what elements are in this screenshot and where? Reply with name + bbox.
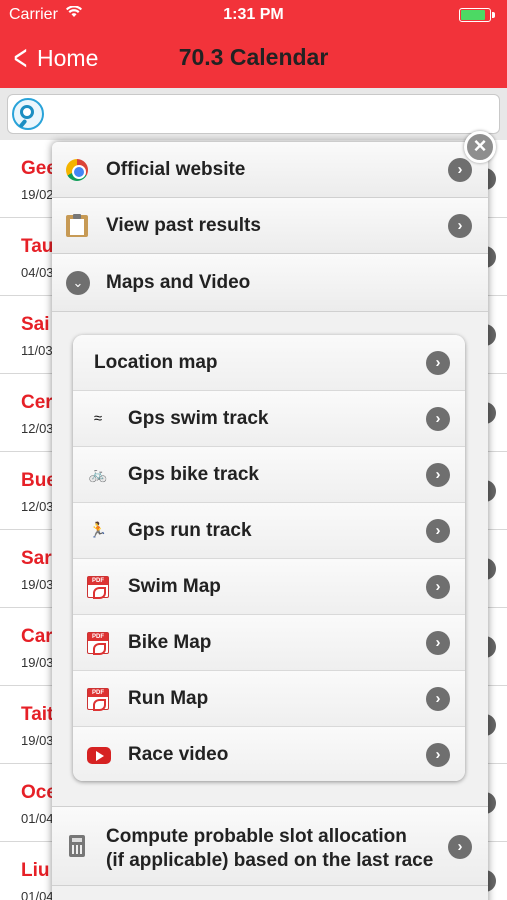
race-name: Sai	[21, 314, 50, 335]
battery-level	[461, 10, 485, 20]
maps-and-video-row[interactable]: ⌄ Maps and Video	[52, 254, 488, 312]
swim-icon: ≈	[93, 410, 103, 427]
race-name: Tait	[21, 704, 54, 725]
chevron-right-icon[interactable]: ›	[426, 687, 450, 711]
race-name: Sar	[21, 548, 52, 569]
bike-icon: 🚲	[88, 466, 108, 483]
maps-item[interactable]: Race video ›	[73, 727, 465, 781]
compute-slot-line2: (if applicable) based on the last race	[106, 850, 434, 871]
official-website-label: Official website	[106, 159, 246, 180]
maps-item[interactable]: 🏃 Gps run track ›	[73, 503, 465, 559]
race-options-panel: Official website › View past results › ⌄…	[52, 142, 488, 900]
status-bar: Carrier 1:31 PM	[0, 0, 507, 30]
race-date: 12/03	[21, 421, 54, 436]
maps-item[interactable]: Location map ›	[73, 335, 465, 391]
race-date: 19/03	[21, 577, 54, 592]
official-website-row[interactable]: Official website ›	[52, 142, 488, 198]
maps-item-label: Gps swim track	[128, 408, 269, 429]
search-bar	[0, 88, 507, 140]
chevron-right-icon[interactable]: ›	[426, 407, 450, 431]
chevron-right-icon[interactable]: ›	[426, 519, 450, 543]
view-past-results-label: View past results	[106, 215, 261, 236]
chevron-right-icon[interactable]: ›	[448, 835, 472, 859]
race-name: Liu	[21, 860, 50, 881]
race-date: 01/04	[21, 889, 54, 900]
pdf-icon	[87, 688, 109, 711]
maps-item-label: Gps bike track	[128, 464, 259, 485]
run-icon: 🏃	[88, 522, 108, 539]
browser-icon	[66, 159, 88, 181]
chevron-down-icon[interactable]: ⌄	[66, 271, 90, 295]
chevron-right-icon[interactable]: ›	[448, 158, 472, 182]
maps-video-list: Location map › ≈ Gps swim track › 🚲 Gps bike t…	[73, 335, 465, 781]
race-date: 11/03	[21, 343, 53, 358]
race-date: 19/03	[21, 733, 54, 748]
view-past-results-row[interactable]: View past results ›	[52, 198, 488, 254]
search-icon[interactable]	[12, 98, 44, 130]
compute-slot-label: Compute probable slot allocation (if app…	[106, 825, 433, 873]
race-name: Tau	[21, 236, 54, 257]
search-lens	[20, 105, 34, 119]
chevron-right-icon[interactable]: ›	[426, 575, 450, 599]
maps-item[interactable]: Run Map ›	[73, 671, 465, 727]
chevron-right-icon[interactable]: ›	[426, 743, 450, 767]
header: Carrier 1:31 PM < Home 70.3 Calendar	[0, 0, 507, 88]
chevron-right-icon[interactable]: ›	[426, 351, 450, 375]
maps-item-label: Gps run track	[128, 520, 252, 541]
page-title: 70.3 Calendar	[178, 44, 329, 70]
battery-icon	[459, 8, 495, 22]
maps-item[interactable]: Swim Map ›	[73, 559, 465, 615]
search-input[interactable]	[7, 94, 500, 134]
compute-slot-row[interactable]: Compute probable slot allocation (if app…	[52, 806, 488, 886]
compute-slot-line1: Compute probable slot allocation	[106, 826, 407, 847]
maps-item[interactable]: Bike Map ›	[73, 615, 465, 671]
maps-item[interactable]: ≈ Gps swim track ›	[73, 391, 465, 447]
race-date: 19/02	[21, 187, 54, 202]
chevron-right-icon[interactable]: ›	[426, 463, 450, 487]
maps-item-label: Swim Map	[128, 576, 221, 597]
race-date: 19/03	[21, 655, 54, 670]
calculator-icon	[69, 835, 85, 857]
race-date: 12/03	[21, 499, 54, 514]
race-name: Cer	[21, 392, 53, 413]
close-icon[interactable]: ×	[464, 131, 496, 163]
youtube-icon	[87, 747, 111, 764]
pdf-icon	[87, 576, 109, 599]
status-time: 1:31 PM	[223, 6, 284, 23]
maps-item-label: Bike Map	[128, 632, 212, 653]
maps-item[interactable]: 🚲 Gps bike track ›	[73, 447, 465, 503]
maps-item-label: Location map	[94, 352, 218, 373]
clipboard-icon	[66, 214, 88, 237]
maps-and-video-label: Maps and Video	[106, 272, 251, 293]
race-date: 04/03	[21, 265, 54, 280]
search-handle	[18, 118, 28, 129]
race-date: 01/04	[21, 811, 54, 826]
maps-item-label: Run Map	[128, 688, 209, 709]
chevron-right-icon[interactable]: ›	[426, 631, 450, 655]
race-name: Car	[21, 626, 53, 647]
maps-item-label: Race video	[128, 744, 229, 765]
battery-nub	[492, 12, 495, 18]
chevron-right-icon[interactable]: ›	[448, 214, 472, 238]
pdf-icon	[87, 632, 109, 655]
